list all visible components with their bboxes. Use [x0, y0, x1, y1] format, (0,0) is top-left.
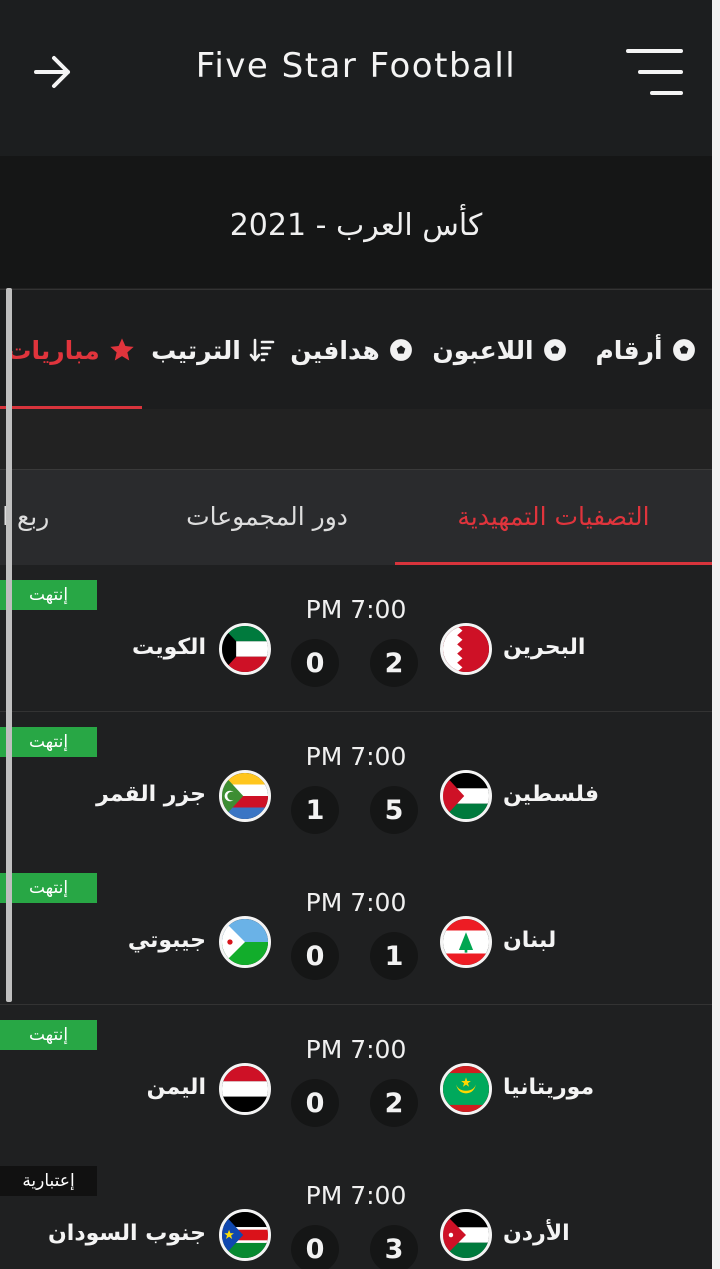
away-score: 0	[291, 1079, 339, 1127]
away-score: 0	[291, 1225, 339, 1269]
home-team-name: البحرين	[503, 635, 586, 660]
jordan-flag-icon	[440, 1209, 492, 1261]
tab-scorers[interactable]: هدافين	[284, 290, 420, 410]
away-score: 1	[291, 786, 339, 834]
mauritania-flag-icon	[440, 1063, 492, 1115]
match-row[interactable]: إنتهت PM 7:00 البحرين 2 0 الكويت	[0, 565, 712, 712]
home-score: 1	[370, 932, 418, 980]
kuwait-flag-icon	[219, 623, 271, 675]
match-row[interactable]: إنتهت PM 7:00 لبنان 1 0 جيبوتي	[0, 858, 712, 1005]
app-title: Five Star Football	[195, 46, 517, 86]
tab-standings[interactable]: الترتيب	[142, 290, 284, 410]
home-team-name: موريتانيا	[503, 1075, 595, 1100]
tab-label: اللاعبون	[432, 335, 534, 365]
tab-label: هدافين	[290, 335, 380, 365]
league-title: كأس العرب - 2021	[229, 208, 483, 243]
match-time: PM 7:00	[305, 1181, 407, 1210]
bahrain-flag-icon	[440, 623, 492, 675]
home-score: 3	[370, 1225, 418, 1269]
soccer-ball-icon	[671, 337, 697, 363]
home-score: 5	[370, 786, 418, 834]
yemen-flag-icon	[219, 1063, 271, 1115]
south-sudan-flag-icon	[219, 1209, 271, 1261]
away-team-name: الكويت	[132, 635, 206, 660]
home-team-name: الأردن	[503, 1221, 570, 1246]
league-bar: كأس العرب - 2021	[0, 156, 712, 288]
match-time: PM 7:00	[305, 742, 407, 771]
tab-label: الترتيب	[151, 335, 241, 365]
away-score: 0	[291, 639, 339, 687]
palestine-flag-icon	[440, 770, 492, 822]
main-tabs: مباريات الترتيب هدافين اللاعبون أرقام	[0, 289, 712, 410]
app-header: Five Star Football	[0, 0, 712, 156]
hamburger-menu-icon	[626, 49, 683, 95]
away-score: 0	[291, 932, 339, 980]
match-time: PM 7:00	[305, 888, 407, 917]
window-edge	[712, 0, 720, 1269]
tab-quarter-final[interactable]: ربع النهائي	[0, 470, 110, 562]
lebanon-flag-icon	[440, 916, 492, 968]
match-row[interactable]: إنتهت PM 7:00 فلسطين 5 1 جزر القمر	[0, 712, 712, 859]
soccer-ball-icon	[542, 337, 568, 363]
djibouti-flag-icon	[219, 916, 271, 968]
comoros-flag-icon	[219, 770, 271, 822]
match-time: PM 7:00	[305, 1035, 407, 1064]
star-icon	[108, 336, 136, 364]
away-team-name: جنوب السودان	[48, 1221, 206, 1246]
tab-preliminary[interactable]: التصفيات التمهيدية	[395, 470, 712, 562]
away-team-name: جيبوتي	[127, 928, 206, 953]
tab-matches[interactable]: مباريات	[0, 290, 142, 410]
tab-label: أرقام	[595, 335, 663, 365]
soccer-ball-icon	[388, 337, 414, 363]
tab-label: مباريات	[6, 335, 100, 365]
home-team-name: فلسطين	[503, 782, 599, 807]
tab-group-stage[interactable]: دور المجموعات	[162, 470, 372, 562]
match-row[interactable]: إعتبارية PM 7:00 الأردن 3 0 جنوب السودان	[0, 1151, 712, 1269]
home-score: 2	[370, 1079, 418, 1127]
spacer	[0, 409, 712, 469]
tab-stats[interactable]: أرقام	[580, 290, 712, 410]
round-tabs: التصفيات التمهيدية دور المجموعات ربع الن…	[0, 469, 712, 566]
app-screen: Five Star Football كأس العرب - 2021 مبار…	[0, 0, 712, 1269]
menu-button[interactable]	[626, 46, 684, 98]
home-team-name: لبنان	[503, 928, 557, 953]
match-time: PM 7:00	[305, 595, 407, 624]
scrollbar-thumb[interactable]	[6, 288, 12, 1002]
away-team-name: اليمن	[146, 1075, 206, 1100]
home-score: 2	[370, 639, 418, 687]
sort-icon	[249, 337, 275, 363]
match-row[interactable]: إنتهت PM 7:00 موريتانيا 2 0 اليمن	[0, 1005, 712, 1152]
tab-players[interactable]: اللاعبون	[420, 290, 580, 410]
away-team-name: جزر القمر	[96, 782, 206, 807]
